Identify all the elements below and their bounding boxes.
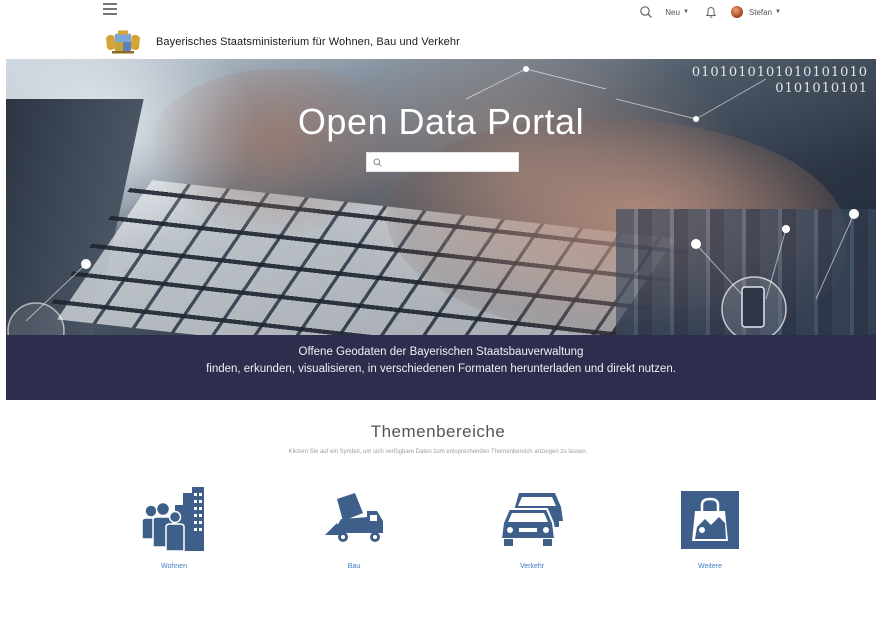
hero-search-input[interactable] [387,154,512,170]
bavarian-coat-of-arms-logo[interactable] [104,30,142,54]
theme-label-wohnen[interactable]: Wohnen [114,563,234,570]
binary-line-2: 0101010101 [775,81,868,96]
theme-label-weitere[interactable]: Weitere [650,563,770,570]
construction-truck-icon [325,493,383,542]
site-header: Bayerisches Staatsministerium für Wohnen… [104,29,460,55]
theme-tile-wohnen[interactable]: Wohnen [114,487,234,570]
notifications-bell-icon[interactable] [705,6,717,19]
section-subtitle: Klicken Sie auf ein Symbol, um sich verf… [288,449,588,455]
section-title: Themenbereiche [370,422,506,441]
menu-hamburger-icon[interactable] [103,3,117,15]
tagline-banner: Offene Geodaten der Bayerischen Staatsba… [6,335,876,400]
traffic-cars-icon [499,493,563,546]
theme-label-bau[interactable]: Bau [294,563,414,570]
ministry-title[interactable]: Bayerisches Staatsministerium für Wohnen… [156,36,460,48]
theme-label-verkehr[interactable]: Verkehr [472,563,592,570]
user-menu-button[interactable]: Stefan ▼ [730,6,781,18]
housing-people-icon [141,487,204,552]
new-menu-button[interactable]: Neu ▼ [665,8,689,17]
new-menu-label: Neu [665,7,680,17]
hero-title: Open Data Portal [297,101,585,142]
binary-line-1: 0101010101010101010 [691,65,868,80]
theme-tile-weitere[interactable]: Weitere [650,487,770,570]
hero-banner-image: 0101010101010101010 0101010101 Open Data… [6,59,876,335]
tagline-line-1: Offene Geodaten der Bayerischen Staatsba… [298,346,584,358]
binary-code-decoration: 0101010101010101010 0101010101 [692,65,868,97]
search-icon [373,158,382,167]
user-name: Stefan [748,7,773,17]
top-navigation-bar: Neu ▼ Stefan ▼ [0,0,876,30]
more-map-bag-icon [681,491,739,549]
chevron-down-icon: ▼ [775,9,781,15]
tagline-line-2: finden, erkunden, visualisieren, in vers… [206,363,676,375]
theme-tile-bau[interactable]: Bau [294,487,414,570]
hero-search-box[interactable] [366,152,519,172]
search-icon[interactable] [639,5,653,19]
chevron-down-icon: ▼ [682,9,689,15]
avatar [730,6,743,18]
top-right-controls: Neu ▼ Stefan ▼ [639,4,781,20]
theme-tile-verkehr[interactable]: Verkehr [472,487,592,570]
